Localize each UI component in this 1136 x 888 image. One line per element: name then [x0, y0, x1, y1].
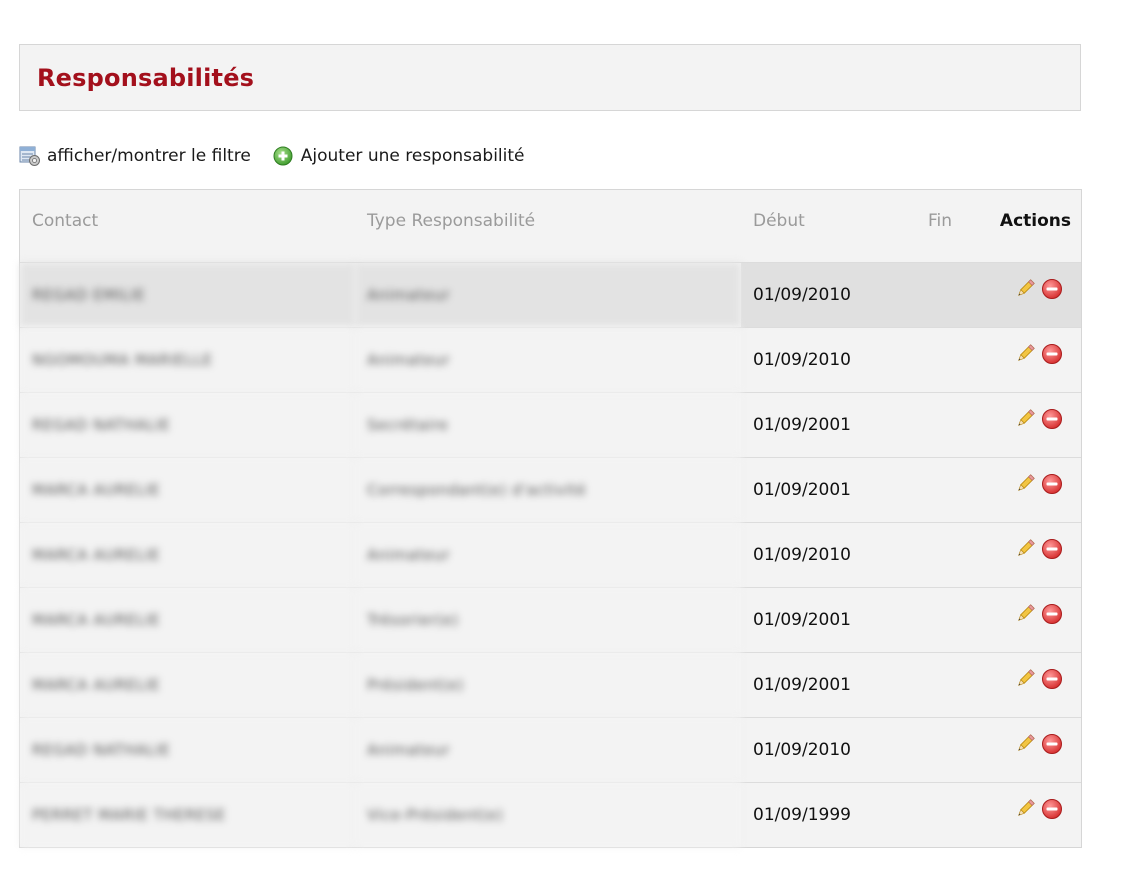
add-circle-icon: [273, 145, 295, 167]
column-header-debut[interactable]: Début: [741, 190, 916, 263]
type-cell: Animateur: [355, 262, 741, 328]
end-date-cell: [916, 652, 983, 718]
contact-cell[interactable]: MARCA AURELIE: [20, 652, 355, 718]
add-responsibility-link[interactable]: Ajouter une responsabilité: [273, 145, 525, 167]
contact-cell[interactable]: MARCA AURELIE: [20, 587, 355, 653]
page-header: Responsabilités: [19, 44, 1081, 111]
actions-cell: [983, 392, 1081, 458]
type-cell: Animateur: [355, 327, 741, 393]
pencil-edit-icon[interactable]: [1014, 603, 1036, 625]
toggle-filter-link[interactable]: afficher/montrer le filtre: [19, 145, 251, 167]
contact-cell[interactable]: REGAD NATHALIE: [20, 392, 355, 458]
end-date-cell: [916, 587, 983, 653]
actions-cell: [983, 522, 1081, 588]
start-date-cell: 01/09/2001: [741, 392, 916, 458]
table-row: MARCA AURELIE Président(e) 01/09/2001: [20, 652, 1081, 718]
filter-icon: [19, 145, 41, 167]
delete-circle-icon[interactable]: [1041, 538, 1063, 560]
type-cell: Trésorier(e): [355, 587, 741, 653]
type-cell: Animateur: [355, 522, 741, 588]
actions-cell: [983, 782, 1081, 847]
table-row: MARCA AURELIE Animateur 01/09/2010: [20, 522, 1081, 588]
end-date-cell: [916, 457, 983, 523]
table-row: PERRET MARIE THERESE Vice-Président(e) 0…: [20, 782, 1081, 847]
start-date-cell: 01/09/2010: [741, 262, 916, 328]
start-date-cell: 01/09/2010: [741, 522, 916, 588]
page-title: Responsabilités: [37, 64, 255, 92]
actions-cell: [983, 327, 1081, 393]
column-header-type[interactable]: Type Responsabilité: [355, 190, 741, 263]
type-cell: Vice-Président(e): [355, 782, 741, 847]
start-date-cell: 01/09/2001: [741, 457, 916, 523]
actions-cell: [983, 717, 1081, 783]
contact-cell[interactable]: REGAD NATHALIE: [20, 717, 355, 783]
type-cell: Animateur: [355, 717, 741, 783]
table-row: REGAD EMILIE Animateur 01/09/2010: [20, 262, 1081, 328]
toolbar: afficher/montrer le filtre Ajouter une r…: [19, 143, 525, 169]
end-date-cell: [916, 262, 983, 328]
actions-cell: [983, 262, 1081, 328]
type-cell: Secrétaire: [355, 392, 741, 458]
start-date-cell: 01/09/1999: [741, 782, 916, 847]
table-row: NGOMOUMA MARIELLE Animateur 01/09/2010: [20, 327, 1081, 393]
end-date-cell: [916, 782, 983, 847]
actions-cell: [983, 457, 1081, 523]
delete-circle-icon[interactable]: [1041, 408, 1063, 430]
column-header-actions: Actions: [983, 190, 1081, 263]
end-date-cell: [916, 392, 983, 458]
table-row: REGAD NATHALIE Secrétaire 01/09/2001: [20, 392, 1081, 458]
actions-cell: [983, 652, 1081, 718]
table-row: MARCA AURELIE Correspondant(e) d'activit…: [20, 457, 1081, 523]
pencil-edit-icon[interactable]: [1014, 343, 1036, 365]
end-date-cell: [916, 717, 983, 783]
column-header-contact[interactable]: Contact: [20, 190, 355, 263]
pencil-edit-icon[interactable]: [1014, 408, 1036, 430]
end-date-cell: [916, 522, 983, 588]
type-cell: Président(e): [355, 652, 741, 718]
pencil-edit-icon[interactable]: [1014, 473, 1036, 495]
contact-cell[interactable]: PERRET MARIE THERESE: [20, 782, 355, 847]
delete-circle-icon[interactable]: [1041, 733, 1063, 755]
add-responsibility-label: Ajouter une responsabilité: [300, 146, 525, 166]
contact-cell[interactable]: MARCA AURELIE: [20, 522, 355, 588]
pencil-edit-icon[interactable]: [1014, 278, 1036, 300]
delete-circle-icon[interactable]: [1041, 603, 1063, 625]
delete-circle-icon[interactable]: [1041, 343, 1063, 365]
column-header-fin[interactable]: Fin: [916, 190, 983, 263]
contact-cell[interactable]: NGOMOUMA MARIELLE: [20, 327, 355, 393]
pencil-edit-icon[interactable]: [1014, 733, 1036, 755]
contact-cell[interactable]: REGAD EMILIE: [20, 262, 355, 328]
toggle-filter-label: afficher/montrer le filtre: [47, 146, 251, 166]
start-date-cell: 01/09/2010: [741, 717, 916, 783]
pencil-edit-icon[interactable]: [1014, 538, 1036, 560]
start-date-cell: 01/09/2010: [741, 327, 916, 393]
pencil-edit-icon[interactable]: [1014, 668, 1036, 690]
end-date-cell: [916, 327, 983, 393]
delete-circle-icon[interactable]: [1041, 798, 1063, 820]
delete-circle-icon[interactable]: [1041, 668, 1063, 690]
contact-cell[interactable]: MARCA AURELIE: [20, 457, 355, 523]
delete-circle-icon[interactable]: [1041, 473, 1063, 495]
actions-cell: [983, 587, 1081, 653]
start-date-cell: 01/09/2001: [741, 587, 916, 653]
pencil-edit-icon[interactable]: [1014, 798, 1036, 820]
table-row: REGAD NATHALIE Animateur 01/09/2010: [20, 717, 1081, 783]
table-row: MARCA AURELIE Trésorier(e) 01/09/2001: [20, 587, 1081, 653]
responsibilities-table: Contact Type Responsabilité Début Fin Ac…: [19, 189, 1082, 848]
table-header-row: Contact Type Responsabilité Début Fin Ac…: [20, 190, 1081, 263]
delete-circle-icon[interactable]: [1041, 278, 1063, 300]
type-cell: Correspondant(e) d'activité: [355, 457, 741, 523]
start-date-cell: 01/09/2001: [741, 652, 916, 718]
